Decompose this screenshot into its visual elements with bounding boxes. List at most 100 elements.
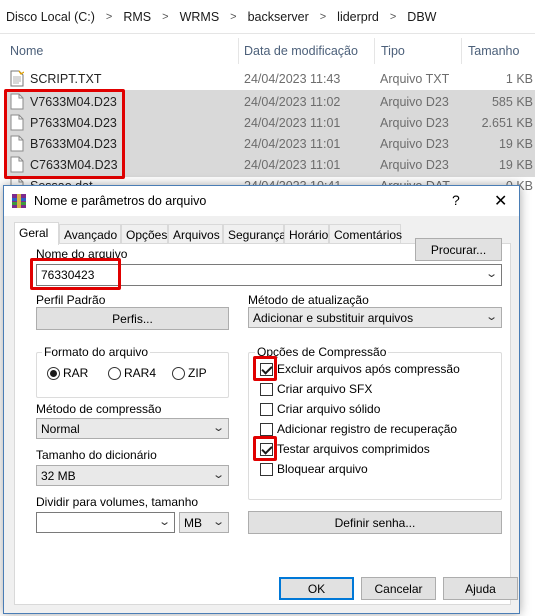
- option-label: Adicionar registro de recuperação: [277, 422, 458, 436]
- option-checkbox[interactable]: Criar arquivo SFX: [260, 382, 372, 396]
- breadcrumb-disk[interactable]: Disco Local (C:): [2, 10, 99, 24]
- chevron-down-icon[interactable]: ⌄: [212, 468, 225, 481]
- column-divider[interactable]: [374, 38, 375, 64]
- chevron-right-icon[interactable]: >: [99, 11, 119, 23]
- tab-geral[interactable]: Geral: [14, 222, 59, 245]
- split-unit-select[interactable]: MB ⌄: [179, 512, 229, 533]
- breadcrumb-dbw[interactable]: DBW: [403, 10, 440, 24]
- option-checkbox[interactable]: Bloquear arquivo: [260, 462, 368, 476]
- breadcrumb-rms[interactable]: RMS: [119, 10, 155, 24]
- chevron-down-icon[interactable]: ⌄: [485, 267, 498, 280]
- split-size-field[interactable]: ⌄: [36, 512, 175, 533]
- format-radio-rar4[interactable]: RAR4: [108, 366, 156, 380]
- dialog-titlebar[interactable]: Nome e parâmetros do arquivo ? ✕: [4, 186, 519, 216]
- checkbox[interactable]: [260, 422, 273, 436]
- update-method-select[interactable]: Adicionar e substituir arquivos ⌄: [248, 307, 502, 328]
- split-volumes-label: Dividir para volumes, tamanho: [36, 495, 199, 509]
- column-header-type[interactable]: Tipo: [381, 44, 405, 58]
- breadcrumb-liderprd[interactable]: liderprd: [333, 10, 383, 24]
- checkbox[interactable]: [260, 462, 273, 476]
- column-header-size[interactable]: Tamanho: [468, 44, 519, 58]
- option-checkbox[interactable]: Testar arquivos comprimidos: [260, 442, 430, 456]
- tab-arquivos[interactable]: Arquivos: [168, 224, 223, 244]
- chevron-right-icon[interactable]: >: [223, 11, 243, 23]
- file-type: Arquivo D23: [380, 95, 449, 109]
- file-icon: [10, 93, 24, 110]
- address-bar[interactable]: Disco Local (C:) > RMS > WRMS > backserv…: [0, 0, 535, 34]
- breadcrumb-backserver[interactable]: backserver: [244, 10, 313, 24]
- option-checkbox[interactable]: Criar arquivo sólido: [260, 402, 380, 416]
- file-type: Arquivo TXT: [380, 72, 450, 86]
- checkbox[interactable]: [260, 362, 273, 376]
- archive-name-value[interactable]: 76330423: [41, 268, 94, 282]
- column-divider[interactable]: [238, 38, 239, 64]
- compression-options-title: Opções de Compressão: [255, 345, 389, 359]
- option-label: Criar arquivo SFX: [277, 382, 373, 396]
- archive-name-label: Nome do arquivo: [36, 247, 128, 261]
- update-method-label: Método de atualização: [248, 293, 369, 307]
- help-button[interactable]: Ajuda: [443, 577, 518, 600]
- format-zip-label: ZIP: [188, 366, 207, 380]
- file-size: 2.651 KB: [481, 116, 533, 130]
- cancel-button[interactable]: Cancelar: [361, 577, 436, 600]
- checkbox[interactable]: [260, 382, 273, 396]
- format-rar4-label: RAR4: [124, 366, 157, 380]
- dictionary-size-select[interactable]: 32 MB ⌄: [36, 465, 229, 486]
- tab-comentarios[interactable]: Comentários: [329, 224, 402, 244]
- ok-button[interactable]: OK: [279, 577, 354, 600]
- radio-button[interactable]: [47, 366, 60, 380]
- option-label: Bloquear arquivo: [277, 462, 368, 476]
- file-type: Arquivo D23: [380, 137, 449, 151]
- split-unit-value[interactable]: MB: [184, 516, 202, 530]
- file-date: 24/04/2023 11:01: [244, 158, 341, 172]
- breadcrumb-wrms[interactable]: WRMS: [176, 10, 224, 24]
- tab-seguranca[interactable]: Segurança: [223, 224, 286, 244]
- archive-name-field[interactable]: 76330423 ⌄: [36, 264, 502, 286]
- column-divider[interactable]: [461, 38, 462, 64]
- close-icon[interactable]: ✕: [494, 191, 507, 211]
- tab-panel-geral: Nome do arquivo Procurar... 76330423 ⌄ P…: [14, 238, 511, 605]
- column-header-name[interactable]: Nome: [10, 44, 43, 58]
- compression-method-select[interactable]: Normal ⌄: [36, 418, 229, 439]
- set-password-button[interactable]: Definir senha...: [248, 511, 502, 534]
- browse-button[interactable]: Procurar...: [415, 238, 502, 261]
- file-row[interactable]: SCRIPT.TXT 24/04/2023 11:43 Arquivo TXT 1 K…: [6, 67, 535, 91]
- format-radio-zip[interactable]: ZIP: [172, 366, 207, 380]
- checkbox[interactable]: [260, 442, 273, 456]
- profiles-button[interactable]: Perfis...: [36, 307, 229, 330]
- tab-horario[interactable]: Horário: [284, 224, 329, 244]
- chevron-right-icon[interactable]: >: [155, 11, 175, 23]
- radio-button[interactable]: [108, 366, 121, 380]
- compression-method-label: Método de compressão: [36, 402, 162, 416]
- help-icon[interactable]: ?: [452, 192, 460, 208]
- chevron-right-icon[interactable]: >: [313, 11, 333, 23]
- format-group-title: Formato do arquivo: [42, 345, 151, 359]
- winrar-icon: [12, 194, 26, 208]
- chevron-right-icon[interactable]: >: [383, 11, 403, 23]
- checkbox[interactable]: [260, 402, 273, 416]
- chevron-down-icon[interactable]: ⌄: [212, 421, 225, 434]
- chevron-down-icon[interactable]: ⌄: [485, 310, 498, 323]
- dictionary-size-value[interactable]: 32 MB: [41, 469, 76, 483]
- format-radio-rar[interactable]: RAR: [47, 366, 88, 380]
- radio-button[interactable]: [172, 366, 185, 380]
- tab-opcoes[interactable]: Opções: [121, 224, 168, 244]
- file-icon: [10, 135, 24, 152]
- archive-dialog: Nome e parâmetros do arquivo ? ✕ Geral Av…: [3, 185, 520, 614]
- option-label: Testar arquivos comprimidos: [277, 442, 430, 456]
- update-method-value[interactable]: Adicionar e substituir arquivos: [253, 311, 413, 325]
- column-header-date[interactable]: Data de modificação: [244, 44, 358, 58]
- option-checkbox[interactable]: Excluir arquivos após compressão: [260, 362, 460, 376]
- file-size: 585 KB: [491, 95, 533, 109]
- option-checkbox[interactable]: Adicionar registro de recuperação: [260, 422, 457, 436]
- chevron-down-icon[interactable]: ⌄: [158, 515, 171, 528]
- file-icon: [10, 114, 24, 131]
- compression-method-value[interactable]: Normal: [41, 422, 80, 436]
- file-size: 19 KB: [498, 137, 533, 151]
- file-type: Arquivo D23: [380, 116, 449, 130]
- file-type: Arquivo D23: [380, 158, 449, 172]
- option-label: Excluir arquivos após compressão: [277, 362, 460, 376]
- chevron-down-icon[interactable]: ⌄: [212, 515, 225, 528]
- tab-avancado[interactable]: Avançado: [59, 224, 121, 244]
- file-size: 19 KB: [498, 158, 533, 172]
